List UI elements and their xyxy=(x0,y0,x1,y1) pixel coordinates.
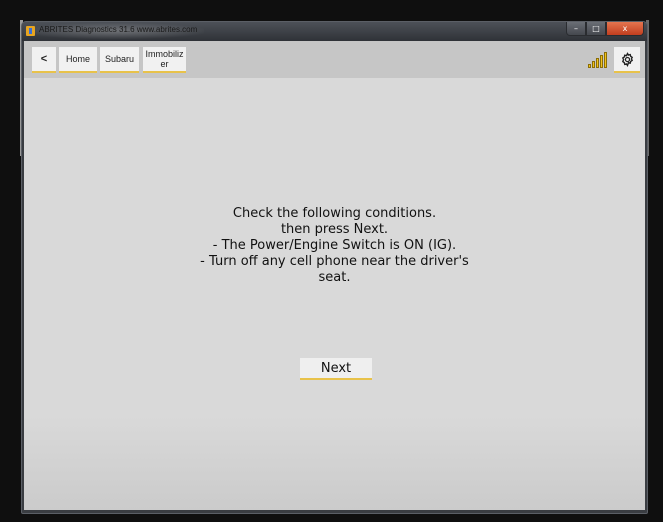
maximize-button[interactable]: □ xyxy=(586,22,606,36)
instruction-message: Check the following conditions. then pre… xyxy=(24,206,645,286)
signal-strength-icon xyxy=(588,51,608,68)
next-button[interactable]: Next xyxy=(300,358,372,380)
minimize-button[interactable]: – xyxy=(566,22,586,36)
app-window: ABRITES Diagnostics 31.6 www.abrites.com… xyxy=(21,21,648,514)
chevron-left-icon: < xyxy=(40,53,48,65)
message-line: - Turn off any cell phone near the drive… xyxy=(200,254,469,269)
breadcrumb-subaru[interactable]: Subaru xyxy=(100,47,139,73)
app-logo-icon xyxy=(26,26,35,36)
window-title: ABRITES Diagnostics 31.6 www.abrites.com xyxy=(39,25,198,34)
close-button[interactable]: x xyxy=(606,22,644,36)
message-line: Check the following conditions. xyxy=(232,206,437,221)
client-area: < Home Subaru Immobiliz er Check the fol… xyxy=(24,41,645,510)
toolbar: < Home Subaru Immobiliz er xyxy=(24,41,645,78)
message-line: then press Next. xyxy=(280,222,389,237)
breadcrumb-home[interactable]: Home xyxy=(59,47,97,73)
title-bar[interactable]: ABRITES Diagnostics 31.6 www.abrites.com… xyxy=(22,22,647,41)
message-line: - The Power/Engine Switch is ON (IG). xyxy=(212,238,457,253)
gear-icon xyxy=(621,51,633,67)
back-button[interactable]: < xyxy=(32,47,56,73)
breadcrumb-immobilizer[interactable]: Immobiliz er xyxy=(143,47,186,73)
settings-button[interactable] xyxy=(614,47,640,73)
message-line: seat. xyxy=(318,270,351,285)
